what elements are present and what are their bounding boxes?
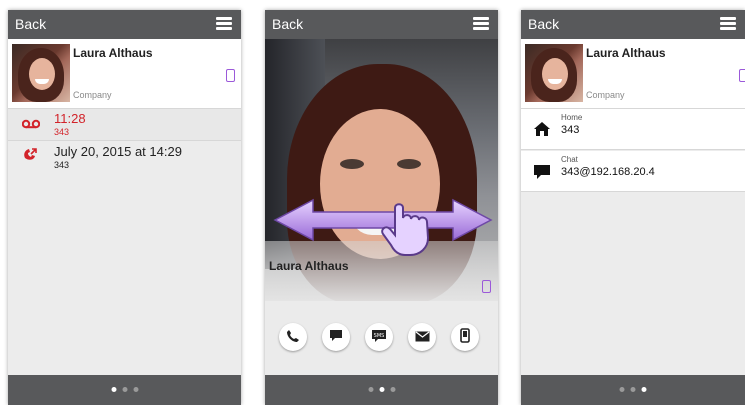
missed-call-icon	[22, 147, 38, 166]
contact-history-screen: Back Laura Althaus Company 11:28 343 Jul…	[8, 10, 241, 405]
menu-icon[interactable]	[216, 17, 232, 31]
detail-row-chat[interactable]: Chat 343@192.168.20.4	[521, 151, 745, 192]
page-dot	[133, 387, 138, 392]
avatar	[525, 44, 583, 102]
voicemail-icon	[21, 116, 41, 132]
mobile-phone-icon	[482, 280, 491, 293]
contact-details-screen: Back Laura Althaus Company Home 343 Chat…	[521, 10, 745, 405]
chat-icon	[533, 164, 551, 185]
swipe-gesture-icon	[273, 198, 493, 256]
page-dot	[619, 387, 625, 392]
top-bar: Back	[8, 10, 241, 39]
history-item[interactable]: 11:28 343	[8, 109, 241, 141]
menu-icon[interactable]	[473, 17, 489, 31]
call-button[interactable]	[279, 323, 307, 351]
avatar	[12, 44, 70, 102]
page-dot	[122, 387, 127, 392]
history-number: 343	[54, 160, 70, 170]
history-time: 11:28	[54, 111, 86, 126]
detail-value: 343	[561, 124, 580, 136]
contact-name: Laura Althaus	[73, 46, 153, 60]
history-date: July 20, 2015 at 14:29	[54, 144, 182, 159]
sms-button[interactable]: SMS	[365, 323, 393, 351]
page-dot	[390, 387, 395, 392]
contact-company: Company	[586, 90, 625, 100]
sms-icon: SMS	[371, 329, 387, 346]
contact-header[interactable]: Laura Althaus Company	[521, 39, 745, 109]
history-item[interactable]: July 20, 2015 at 14:29 343	[8, 141, 241, 173]
contact-header[interactable]: Laura Althaus Company	[8, 39, 241, 109]
chat-icon	[329, 329, 343, 345]
page-dot	[368, 387, 373, 392]
page-indicator[interactable]	[111, 387, 138, 392]
svg-text:SMS: SMS	[374, 333, 385, 339]
page-indicator[interactable]	[619, 387, 647, 392]
back-button[interactable]: Back	[15, 16, 46, 32]
page-dot	[379, 387, 384, 392]
contact-photo-screen: Back Laura Althaus SMS	[265, 10, 498, 405]
phone-icon	[286, 329, 300, 346]
chat-button[interactable]	[322, 323, 350, 351]
page-dot	[111, 387, 116, 392]
mobile-phone-icon	[226, 69, 235, 82]
email-button[interactable]	[408, 323, 436, 351]
top-bar: Back	[265, 10, 498, 39]
contact-name: Laura Althaus	[586, 46, 666, 60]
contact-company: Company	[73, 90, 112, 100]
page-indicator[interactable]	[368, 387, 395, 392]
contact-name: Laura Althaus	[269, 259, 349, 273]
menu-icon[interactable]	[720, 17, 736, 31]
history-number: 343	[54, 127, 70, 137]
detail-value: 343@192.168.20.4	[561, 166, 655, 178]
detail-row-home[interactable]: Home 343	[521, 109, 745, 150]
detail-label: Home	[561, 113, 583, 122]
back-button[interactable]: Back	[528, 16, 559, 32]
back-button[interactable]: Back	[272, 16, 303, 32]
mobile-phone-icon	[739, 69, 745, 82]
home-icon	[533, 121, 551, 142]
page-dot	[641, 387, 647, 392]
bottom-bar	[8, 375, 241, 405]
mobile-call-button[interactable]	[451, 323, 479, 351]
mail-icon	[415, 329, 430, 345]
bottom-bar	[521, 375, 745, 405]
page-dot	[630, 387, 636, 392]
mobile-phone-icon	[460, 328, 470, 346]
detail-label: Chat	[561, 155, 578, 164]
bottom-bar	[265, 375, 498, 405]
top-bar: Back	[521, 10, 745, 39]
contact-actions: SMS	[265, 301, 498, 375]
